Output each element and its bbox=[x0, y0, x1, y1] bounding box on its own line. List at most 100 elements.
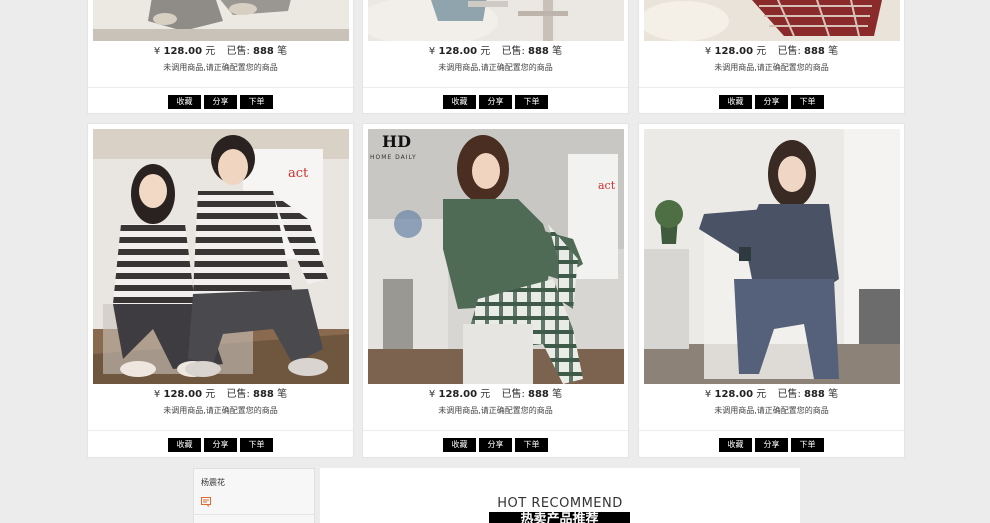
sold-label: 已售: bbox=[777, 46, 801, 57]
price-value: 128.00 bbox=[163, 46, 203, 57]
svg-text:HOME DAILY: HOME DAILY bbox=[370, 154, 417, 161]
price-unit: 元 bbox=[480, 389, 491, 400]
price-unit: 元 bbox=[205, 46, 216, 57]
action-buttons: 收藏 分享 下单 bbox=[639, 438, 904, 452]
product-card: ¥ 128.00 元 已售: 888 笔 未调用商品,请正确配置您的商品 收藏 … bbox=[87, 0, 354, 114]
sold-label: 已售: bbox=[501, 389, 525, 400]
product-card: HD HOME DAILY act ¥ 128.00 元 已售: 888 笔 未… bbox=[362, 123, 629, 458]
product-info: ¥ 128.00 元 已售: 888 笔 未调用商品,请正确配置您的商品 bbox=[363, 45, 628, 75]
product-card: ¥ 128.00 元 已售: 888 笔 未调用商品,请正确配置您的商品 收藏 … bbox=[638, 123, 905, 458]
divider bbox=[639, 87, 904, 88]
product-note: 未调用商品,请正确配置您的商品 bbox=[714, 63, 829, 72]
sold-count: 888 bbox=[253, 46, 274, 57]
currency-symbol: ¥ bbox=[428, 389, 436, 400]
product-card: ¥ 128.00 元 已售: 888 笔 未调用商品,请正确配置您的商品 收藏 … bbox=[362, 0, 629, 114]
price-unit: 元 bbox=[756, 389, 767, 400]
order-button[interactable]: 下单 bbox=[240, 95, 273, 109]
product-note: 未调用商品,请正确配置您的商品 bbox=[714, 406, 829, 415]
order-button[interactable]: 下单 bbox=[791, 438, 824, 452]
sold-label: 已售: bbox=[501, 46, 525, 57]
sold-unit: 笔 bbox=[828, 46, 839, 57]
favorite-button[interactable]: 收藏 bbox=[719, 95, 752, 109]
price-unit: 元 bbox=[205, 389, 216, 400]
product-note: 未调用商品,请正确配置您的商品 bbox=[163, 406, 278, 415]
currency-symbol: ¥ bbox=[428, 46, 436, 57]
divider bbox=[363, 87, 628, 88]
price-line: ¥ 128.00 元 已售: 888 笔 bbox=[639, 45, 904, 59]
product-note: 未调用商品,请正确配置您的商品 bbox=[163, 63, 278, 72]
share-button[interactable]: 分享 bbox=[479, 95, 512, 109]
order-button[interactable]: 下单 bbox=[791, 95, 824, 109]
wall-art-text: act bbox=[598, 179, 616, 192]
price-value: 128.00 bbox=[438, 389, 478, 400]
shop-sidebar: 杨震花 bbox=[193, 468, 315, 523]
favorite-button[interactable]: 收藏 bbox=[443, 95, 476, 109]
wall-art-text: act bbox=[288, 166, 309, 181]
sold-unit: 笔 bbox=[828, 389, 839, 400]
divider bbox=[194, 514, 314, 515]
share-button[interactable]: 分享 bbox=[755, 438, 788, 452]
share-button[interactable]: 分享 bbox=[479, 438, 512, 452]
action-buttons: 收藏 分享 下单 bbox=[363, 95, 628, 109]
divider bbox=[88, 430, 353, 431]
favorite-button[interactable]: 收藏 bbox=[168, 438, 201, 452]
favorite-button[interactable]: 收藏 bbox=[168, 95, 201, 109]
product-info: ¥ 128.00 元 已售: 888 笔 未调用商品,请正确配置您的商品 bbox=[639, 388, 904, 418]
product-photo[interactable] bbox=[644, 129, 900, 384]
product-photo[interactable] bbox=[644, 0, 900, 41]
share-button[interactable]: 分享 bbox=[204, 95, 237, 109]
order-button[interactable]: 下单 bbox=[515, 438, 548, 452]
action-buttons: 收藏 分享 下单 bbox=[88, 438, 353, 452]
action-buttons: 收藏 分享 下单 bbox=[639, 95, 904, 109]
currency-symbol: ¥ bbox=[153, 46, 161, 57]
sold-count: 888 bbox=[528, 389, 549, 400]
share-button[interactable]: 分享 bbox=[755, 95, 788, 109]
price-value: 128.00 bbox=[714, 46, 754, 57]
price-line: ¥ 128.00 元 已售: 888 笔 bbox=[88, 45, 353, 59]
price-line: ¥ 128.00 元 已售: 888 笔 bbox=[639, 388, 904, 402]
product-info: ¥ 128.00 元 已售: 888 笔 未调用商品,请正确配置您的商品 bbox=[88, 388, 353, 418]
shop-icon[interactable] bbox=[201, 492, 211, 507]
favorite-button[interactable]: 收藏 bbox=[443, 438, 476, 452]
divider bbox=[88, 87, 353, 88]
divider bbox=[639, 430, 904, 431]
order-button[interactable]: 下单 bbox=[515, 95, 548, 109]
favorite-button[interactable]: 收藏 bbox=[719, 438, 752, 452]
currency-symbol: ¥ bbox=[153, 389, 161, 400]
order-button[interactable]: 下单 bbox=[240, 438, 273, 452]
product-info: ¥ 128.00 元 已售: 888 笔 未调用商品,请正确配置您的商品 bbox=[363, 388, 628, 418]
product-info: ¥ 128.00 元 已售: 888 笔 未调用商品,请正确配置您的商品 bbox=[88, 45, 353, 75]
sold-count: 888 bbox=[253, 389, 274, 400]
product-note: 未调用商品,请正确配置您的商品 bbox=[438, 406, 553, 415]
sold-unit: 笔 bbox=[277, 46, 288, 57]
product-card: ¥ 128.00 元 已售: 888 笔 未调用商品,请正确配置您的商品 收藏 … bbox=[638, 0, 905, 114]
price-value: 128.00 bbox=[714, 389, 754, 400]
product-photo[interactable]: act bbox=[93, 129, 349, 384]
divider bbox=[363, 430, 628, 431]
price-line: ¥ 128.00 元 已售: 888 笔 bbox=[363, 388, 628, 402]
section-title-en: HOT RECOMMEND bbox=[497, 496, 623, 511]
currency-symbol: ¥ bbox=[704, 389, 712, 400]
product-photo[interactable] bbox=[368, 0, 624, 41]
sold-unit: 笔 bbox=[552, 389, 563, 400]
sold-count: 888 bbox=[528, 46, 549, 57]
price-line: ¥ 128.00 元 已售: 888 笔 bbox=[88, 388, 353, 402]
action-buttons: 收藏 分享 下单 bbox=[88, 95, 353, 109]
price-unit: 元 bbox=[756, 46, 767, 57]
currency-symbol: ¥ bbox=[704, 46, 712, 57]
share-button[interactable]: 分享 bbox=[204, 438, 237, 452]
product-photo[interactable] bbox=[93, 0, 349, 41]
sold-count: 888 bbox=[804, 46, 825, 57]
action-buttons: 收藏 分享 下单 bbox=[363, 438, 628, 452]
svg-text:HD: HD bbox=[382, 132, 411, 151]
section-title-cn: 热卖产品推荐 bbox=[489, 512, 630, 523]
product-info: ¥ 128.00 元 已售: 888 笔 未调用商品,请正确配置您的商品 bbox=[639, 45, 904, 75]
price-value: 128.00 bbox=[163, 389, 203, 400]
price-value: 128.00 bbox=[438, 46, 478, 57]
hot-recommend-section: HOT RECOMMEND 热卖产品推荐 bbox=[320, 468, 800, 523]
price-unit: 元 bbox=[480, 46, 491, 57]
product-photo[interactable]: HD HOME DAILY act bbox=[368, 129, 624, 384]
shop-name[interactable]: 杨震花 bbox=[201, 477, 225, 488]
product-note: 未调用商品,请正确配置您的商品 bbox=[438, 63, 553, 72]
sold-label: 已售: bbox=[777, 389, 801, 400]
